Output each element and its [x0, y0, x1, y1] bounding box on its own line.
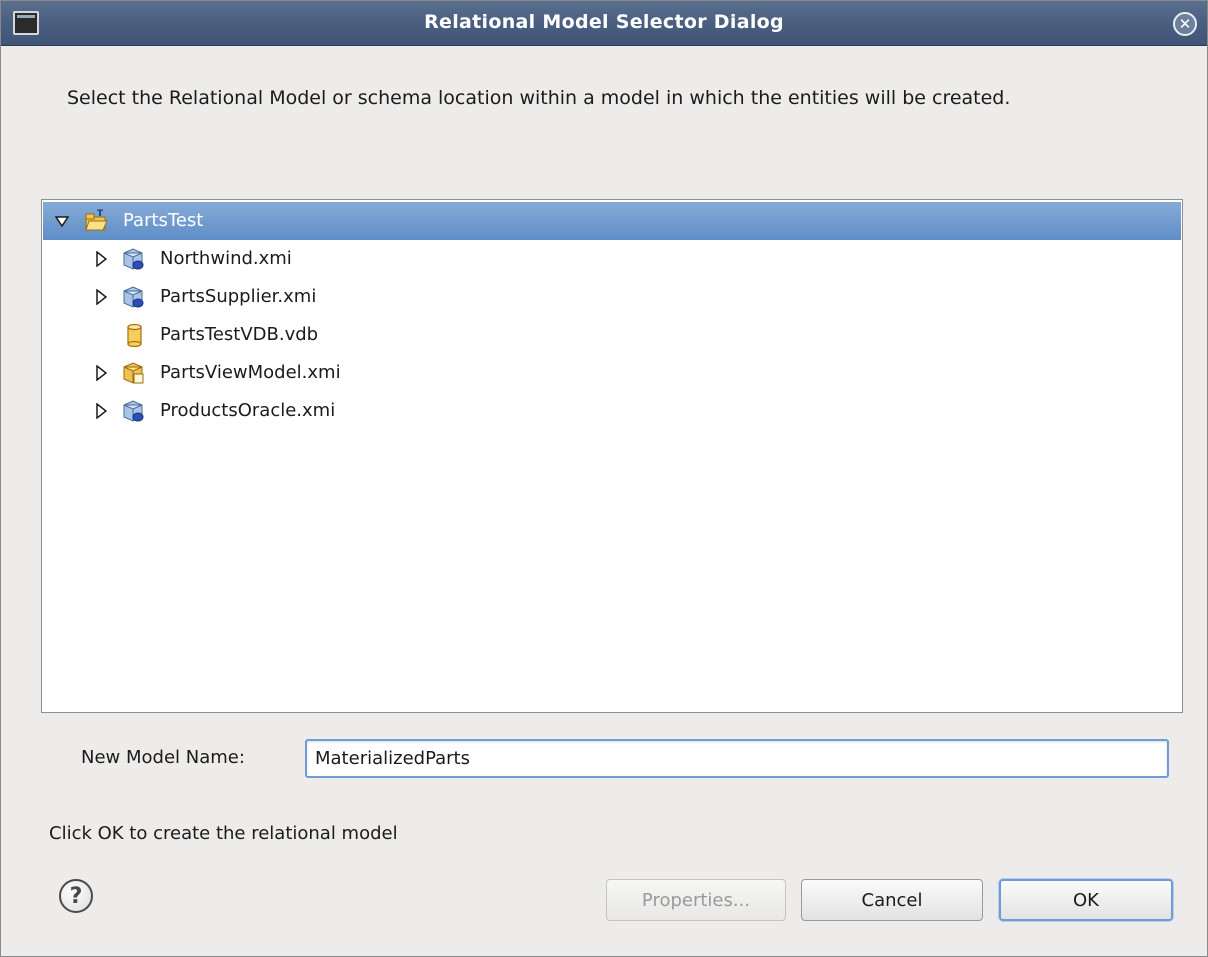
tree-item-label: PartsSupplier.xmi	[160, 286, 317, 307]
project-folder-icon: T	[83, 208, 108, 232]
dialog-title: Relational Model Selector Dialog	[424, 11, 784, 33]
tree-item-productsoracle[interactable]: ProductsOracle.xmi	[43, 392, 1181, 430]
dialog-window: Relational Model Selector Dialog ✕ Selec…	[0, 0, 1208, 957]
tree-item-label: PartsTest	[123, 210, 204, 231]
tree-item-partstestvdb[interactable]: PartsTestVDB.vdb	[43, 316, 1181, 354]
model-name-label: New Model Name:	[81, 747, 245, 768]
tree-item-partssupplier[interactable]: PartsSupplier.xmi	[43, 278, 1181, 316]
status-message: Click OK to create the relational model	[49, 823, 398, 844]
view-model-icon	[121, 361, 145, 385]
properties-button[interactable]: Properties...	[606, 879, 786, 921]
cancel-button[interactable]: Cancel	[801, 879, 983, 921]
title-bar[interactable]: Relational Model Selector Dialog ✕	[1, 1, 1207, 46]
tree-item-label: ProductsOracle.xmi	[160, 400, 336, 421]
tree-item-label: PartsTestVDB.vdb	[160, 324, 319, 345]
vdb-icon	[123, 323, 147, 348]
tree-item-label: PartsViewModel.xmi	[160, 362, 341, 383]
instruction-text: Select the Relational Model or schema lo…	[67, 87, 1011, 109]
close-icon[interactable]: ✕	[1173, 12, 1197, 36]
expand-down-icon[interactable]	[54, 213, 70, 229]
tree-item-partsviewmodel[interactable]: PartsViewModel.xmi	[43, 354, 1181, 392]
expand-right-icon[interactable]	[93, 289, 109, 305]
expand-right-icon[interactable]	[93, 403, 109, 419]
expand-right-icon[interactable]	[93, 365, 109, 381]
tree-item-northwind[interactable]: Northwind.xmi	[43, 240, 1181, 278]
help-icon[interactable]: ?	[59, 879, 93, 913]
svg-text:T: T	[97, 209, 104, 219]
model-tree[interactable]: T PartsTest Northwind.xmi PartsSupplier.…	[41, 199, 1183, 713]
ok-button[interactable]: OK	[999, 879, 1173, 921]
model-name-input[interactable]	[305, 739, 1169, 778]
source-model-icon	[121, 285, 145, 309]
expand-right-icon[interactable]	[93, 251, 109, 267]
source-model-icon	[121, 247, 145, 271]
source-model-icon	[121, 399, 145, 423]
tree-item-partstest[interactable]: T PartsTest	[43, 202, 1181, 240]
tree-item-label: Northwind.xmi	[160, 248, 292, 269]
